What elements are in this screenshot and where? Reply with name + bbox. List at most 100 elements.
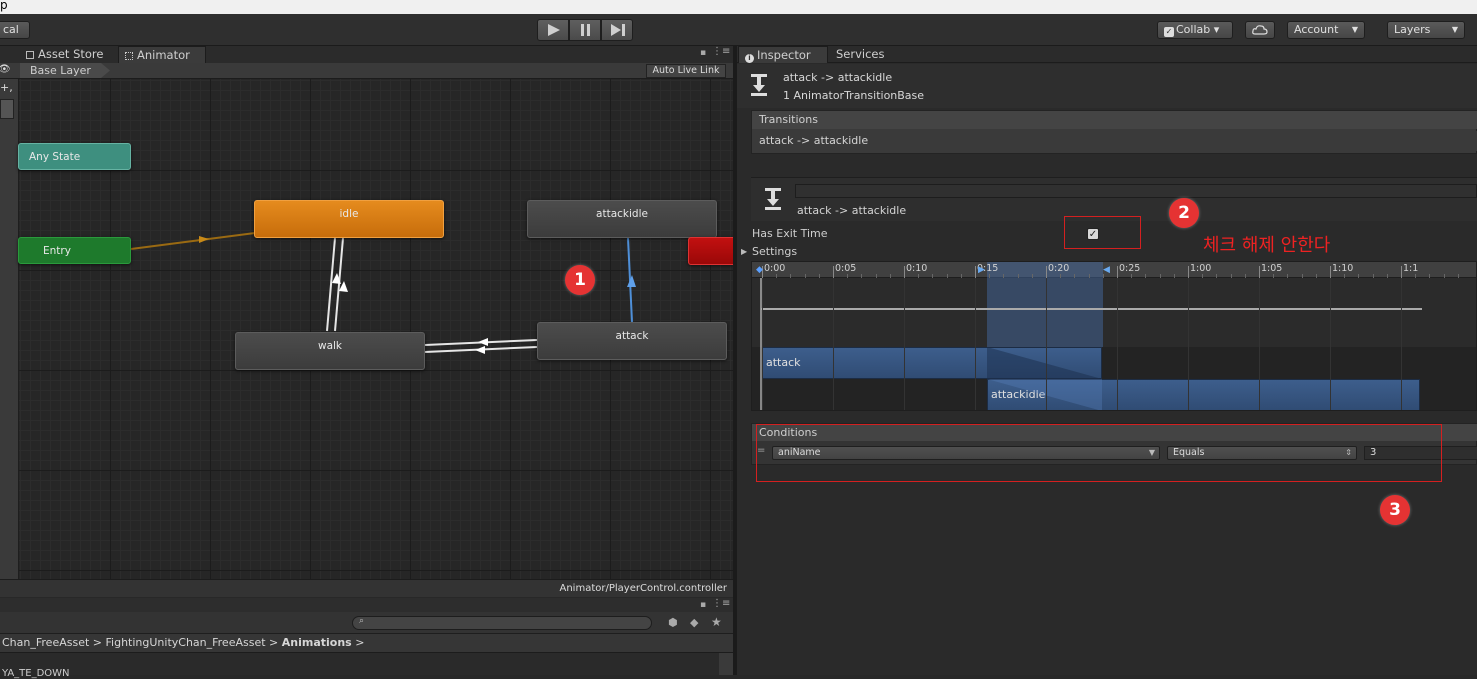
timeline-tick-label: 0:20 — [1048, 263, 1070, 274]
timeline-minor-tick — [1457, 274, 1459, 278]
timeline-tick — [1046, 266, 1047, 278]
timeline-gridline — [1188, 278, 1189, 410]
timeline-start-marker-icon[interactable]: ◆ — [756, 265, 763, 275]
annotation-box-exit-time — [1064, 216, 1141, 249]
transition-start-marker-icon[interactable]: ▶ — [978, 265, 985, 275]
timeline-minor-tick — [1017, 274, 1019, 278]
timeline-tick-label: 0:25 — [1119, 263, 1141, 274]
timeline-tick — [1117, 266, 1118, 278]
timeline-minor-tick — [875, 274, 877, 278]
annotation-badge-3: 3 — [1380, 495, 1410, 525]
transition-icon — [765, 188, 781, 210]
transitions-list: Transitions attack -> attackidle — [751, 110, 1477, 154]
timeline-gridline — [1259, 278, 1260, 410]
transition-item-label: attack -> attackidle — [759, 134, 869, 147]
timeline-tick — [1259, 266, 1260, 278]
any-state-node[interactable]: Any State — [18, 143, 131, 170]
transition-icon — [751, 74, 767, 96]
walk-idle-transition-b[interactable] — [334, 237, 344, 332]
timeline-tick-label: 0:00 — [764, 263, 786, 274]
timeline-minor-tick — [1443, 274, 1445, 278]
chevron-down-icon: ▼ — [1451, 25, 1458, 34]
chevron-down-icon: ▼ — [1351, 25, 1358, 34]
panel-menu-icon[interactable]: ⋮≡ — [712, 598, 730, 609]
breadcrumb-item-current[interactable]: Animations — [282, 636, 352, 649]
list-item[interactable]: YA_TE_DOWN — [2, 668, 70, 679]
scrollbar[interactable] — [719, 653, 733, 675]
breadcrumb-item[interactable]: Chan_FreeAsset — [2, 636, 89, 649]
timeline-tick — [975, 266, 976, 278]
badge-3-text: 3 — [1389, 500, 1401, 520]
transition-detail-header: attack -> attackidle — [751, 177, 1477, 221]
timeline-minor-tick — [1386, 274, 1388, 278]
has-exit-time-label: Has Exit Time — [752, 227, 828, 240]
account-dropdown[interactable]: Account ▼ — [1287, 21, 1365, 39]
inspector-tabbar: i Inspector Services — [737, 46, 1477, 63]
timeline-tick — [1188, 266, 1189, 278]
timeline-minor-tick — [1273, 274, 1275, 278]
tab-services-label: Services — [836, 47, 885, 61]
search-icon: ⌕ — [359, 616, 365, 626]
timeline-minor-tick — [1244, 274, 1246, 278]
timeline-tick-label: 0:10 — [906, 263, 928, 274]
breadcrumb-item[interactable]: FightingUnityChan_FreeAsset — [106, 636, 266, 649]
lock-icon[interactable]: ▪ — [700, 600, 706, 610]
walk-state-node[interactable]: walk — [235, 332, 425, 370]
entry-node[interactable]: Entry — [18, 237, 131, 264]
controller-path: Animator/PlayerControl.controller — [559, 583, 728, 594]
timeline-minor-tick — [1003, 274, 1005, 278]
cloud-icon — [1252, 25, 1268, 35]
timeline-tick-label: 0:05 — [835, 263, 857, 274]
timeline-gridline — [904, 278, 905, 410]
timeline-minor-tick — [1060, 274, 1062, 278]
timeline-minor-tick — [1429, 274, 1431, 278]
attack-label: attack — [615, 330, 649, 342]
filter-type-icon[interactable]: ⬢ — [668, 616, 678, 629]
timeline-minor-tick — [790, 274, 792, 278]
timeline-minor-tick — [1088, 274, 1090, 278]
collab-button[interactable]: ✓ Collab ▾ — [1157, 21, 1233, 39]
favorite-star-icon[interactable]: ★ — [711, 615, 722, 629]
timeline-tick — [904, 266, 905, 278]
timeline-minor-tick — [918, 274, 920, 278]
list-item[interactable]: attack -> attackidle — [752, 131, 1477, 151]
walk-idle-transition-a[interactable] — [326, 237, 336, 332]
walk-label: walk — [317, 340, 343, 352]
layers-dropdown[interactable]: Layers ▼ — [1387, 21, 1465, 39]
transitions-header-label: Transitions — [759, 113, 818, 126]
timeline-minor-tick — [960, 274, 962, 278]
timeline-minor-tick — [1230, 274, 1232, 278]
project-asset-list: YA_TE_DOWN — [0, 653, 733, 679]
timeline-minor-tick — [989, 274, 991, 278]
timeline-overlay — [760, 278, 1422, 410]
cloud-button[interactable] — [1245, 21, 1275, 39]
transition-end-marker-icon[interactable]: ◀ — [1103, 265, 1110, 275]
transition-timeline[interactable]: attack attackidle 0:00 0:05 0:10 0:15 0:20 0:… — [751, 261, 1477, 411]
timeline-minor-tick — [1031, 274, 1033, 278]
exit-node[interactable] — [688, 237, 733, 265]
check-icon: ✓ — [1164, 27, 1174, 37]
timeline-gridline — [1046, 278, 1047, 410]
timeline-minor-tick — [1358, 274, 1360, 278]
breadcrumb-separator-icon: > — [269, 636, 282, 649]
tab-inspector-label: Inspector — [757, 48, 811, 62]
idle-state-node[interactable]: idle — [254, 200, 444, 238]
timeline-tick — [1401, 266, 1402, 278]
info-icon: i — [745, 54, 754, 63]
attack-state-node[interactable]: attack — [537, 322, 727, 360]
timeline-tick-label: 1:05 — [1261, 263, 1283, 274]
transition-name-field[interactable] — [795, 184, 1477, 198]
tab-services[interactable]: Services — [830, 46, 891, 63]
timeline-gridline — [1401, 278, 1402, 410]
tab-inspector[interactable]: i Inspector — [738, 46, 828, 63]
foldout-arrow-icon[interactable]: ▶ — [741, 247, 747, 256]
badge-2-text: 2 — [1178, 203, 1190, 223]
timeline-minor-tick — [776, 274, 778, 278]
filter-label-icon[interactable]: ◆ — [690, 616, 698, 629]
timeline-minor-tick — [861, 274, 863, 278]
search-input[interactable]: ⌕ — [352, 616, 652, 630]
settings-foldout[interactable]: Settings — [752, 245, 797, 258]
attackidle-state-node[interactable]: attackidle — [527, 200, 717, 238]
transition-arrows — [130, 232, 636, 354]
breadcrumb-separator-icon: > — [355, 636, 365, 649]
